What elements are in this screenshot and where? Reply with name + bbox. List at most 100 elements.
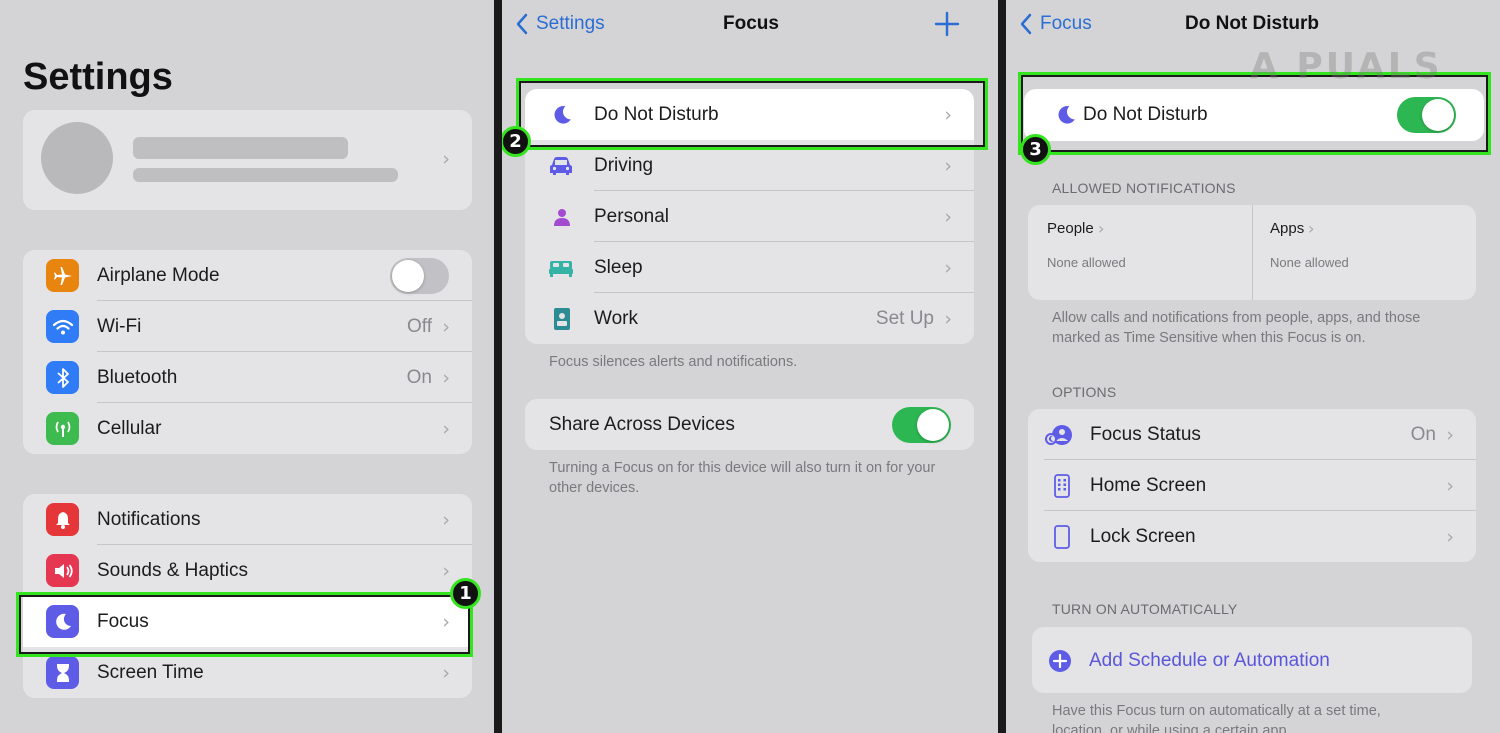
focus-row-sleep[interactable]: Sleep › [525,242,974,293]
settings-row-airplane-mode[interactable]: Airplane Mode [23,250,472,301]
wifi-icon [46,310,79,343]
airplane-mode-toggle[interactable] [390,258,449,294]
person-icon [548,203,576,231]
profile-card[interactable]: › [23,110,472,210]
row-label: Sleep [594,256,643,278]
allowed-notifications-card: People › None allowed Apps › None allowe… [1028,205,1476,300]
cellular-icon [46,412,79,445]
people-value: None allowed [1047,255,1126,270]
chevron-right-icon: › [944,307,952,330]
row-label: Cellular [97,417,162,439]
apps-cell[interactable]: Apps › None allowed [1253,205,1476,300]
row-value: On [406,366,432,388]
auto-footnote: Have this Focus turn on automatically at… [1052,703,1381,733]
chevron-right-icon: › [442,366,450,389]
row-value: Off [407,315,432,337]
share-across-devices-toggle[interactable] [892,407,951,443]
people-label: People [1047,220,1094,237]
row-label: Sounds & Haptics [97,559,249,581]
chevron-left-icon [1020,13,1032,35]
row-value: On [1410,423,1436,445]
settings-row-sounds[interactable]: Sounds & Haptics › [23,545,472,596]
settings-row-cellular[interactable]: Cellular › [23,403,472,454]
share-across-devices-row[interactable]: Share Across Devices [525,399,974,450]
watermark-logo: A PUALS [1250,46,1443,87]
bluetooth-icon [46,361,79,394]
option-row-focus-status[interactable]: Focus Status On › [1028,409,1476,460]
chevron-right-icon: › [442,315,450,338]
add-schedule-label: Add Schedule or Automation [1089,649,1330,671]
focus-highlight-box [16,592,473,657]
allowed-notifications-header: ALLOWED NOTIFICATIONS [1052,180,1236,196]
add-schedule-row[interactable]: Add Schedule or Automation [1032,635,1472,686]
airplane-icon [46,259,79,292]
share-footnote: Turning a Focus on for this device will … [549,460,936,496]
chevron-right-icon: › [1446,474,1454,497]
options-card: Focus Status On › Home Screen › Lock Scr… [1028,409,1476,562]
back-label: Settings [536,13,605,34]
car-icon [547,152,575,180]
plus-icon[interactable] [934,11,960,37]
badge-icon [548,305,576,333]
back-label: Focus [1040,13,1092,34]
bed-icon [547,254,575,282]
row-label: Lock Screen [1090,525,1196,547]
allowed-footnote: Allow calls and notifications from peopl… [1052,310,1421,346]
settings-row-wifi[interactable]: Wi-Fi Off › [23,301,472,352]
settings-panel: Settings › Airplane Mode Wi-Fi Off › Blu… [0,0,494,733]
chevron-right-icon: › [944,205,952,228]
settings-row-bluetooth[interactable]: Bluetooth On › [23,352,472,403]
step-badge-3: 3 [1020,134,1051,165]
avatar [41,122,113,194]
option-row-home-screen[interactable]: Home Screen › [1028,460,1476,511]
nav-title: Do Not Disturb [1185,13,1320,34]
people-cell[interactable]: People › None allowed [1028,205,1252,300]
row-label: Work [594,307,638,329]
settings-row-notifications[interactable]: Notifications › [23,494,472,545]
profile-name-blurred [133,137,348,159]
back-button[interactable]: Focus [1020,13,1092,35]
chevron-right-icon: › [1308,219,1315,238]
profile-subtitle-blurred [133,168,398,182]
nav-title: Focus [723,13,779,34]
connectivity-group: Airplane Mode Wi-Fi Off › Bluetooth On › [23,250,472,454]
chevron-right-icon: › [442,417,450,440]
options-header: OPTIONS [1052,384,1117,400]
dnd-highlight-box [516,78,988,150]
row-label: Wi-Fi [97,315,142,337]
row-label: Focus Status [1090,423,1201,445]
row-label: Notifications [97,508,201,530]
row-label: Home Screen [1090,474,1207,496]
share-card: Share Across Devices [525,399,974,450]
row-label: Share Across Devices [549,413,735,435]
apps-value: None allowed [1270,255,1349,270]
chevron-right-icon: › [1446,423,1454,446]
chevron-right-icon: › [1098,219,1105,238]
chevron-right-icon: › [442,661,450,684]
row-label: Driving [594,154,654,176]
turn-on-automatically-header: TURN ON AUTOMATICALLY [1052,601,1238,617]
row-value: Set Up [875,307,934,329]
speaker-icon [46,554,79,587]
chevron-right-icon: › [944,256,952,279]
chevron-right-icon: › [442,559,450,582]
back-button[interactable]: Settings [516,13,605,35]
phone-grid-icon [1048,472,1076,500]
row-label: Screen Time [97,661,204,683]
row-label: Personal [594,205,669,227]
focus-footnote: Focus silences alerts and notifications. [549,354,798,370]
row-label: Bluetooth [97,366,178,388]
chevron-left-icon [516,13,528,35]
focus-row-work[interactable]: Work Set Up › [525,293,974,344]
focus-row-personal[interactable]: Personal › [525,191,974,242]
automation-card: Add Schedule or Automation [1032,627,1472,693]
chevron-right-icon: › [944,154,952,177]
bell-icon [46,503,79,536]
hourglass-icon [46,656,79,689]
chevron-right-icon: › [442,508,450,531]
chevron-right-icon: › [1446,525,1454,548]
phone-icon [1048,523,1076,551]
step-badge-1: 1 [450,578,481,609]
plus-circle-icon [1046,647,1074,675]
option-row-lock-screen[interactable]: Lock Screen › [1028,511,1476,562]
